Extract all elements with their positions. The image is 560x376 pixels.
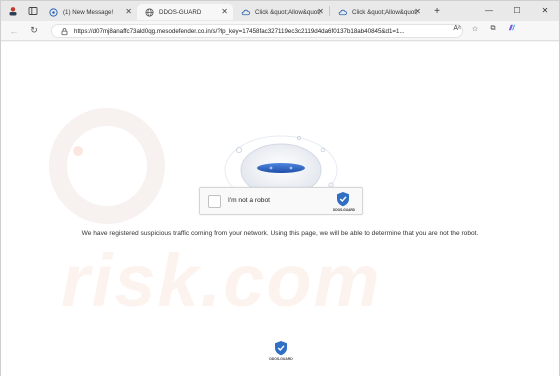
tab-ddos-guard[interactable]: DDOS-GUARD ✕ [137, 4, 233, 20]
window-controls: — ☐ ✕ [475, 1, 559, 21]
tab-strip: (1) New Message! ✕ DDOS-GUARD ✕ Click &q… [1, 1, 559, 21]
back-button[interactable]: ← [5, 22, 23, 40]
close-window-icon[interactable]: ✕ [531, 1, 559, 21]
close-icon[interactable]: ✕ [125, 6, 132, 18]
footer-logo: DDOS-GUARD [268, 340, 294, 361]
captcha-brand: DDOS-GUARD [333, 208, 355, 212]
tab-click-allow-2[interactable]: Click &quot;Allow&quot; ✕ [330, 4, 426, 20]
suspicious-traffic-message: We have registered suspicious traffic co… [81, 230, 479, 237]
close-icon[interactable]: ✕ [317, 6, 324, 18]
maximize-icon[interactable]: ☐ [503, 1, 531, 21]
tab-click-allow-1[interactable]: Click &quot;Allow&quot; ✕ [233, 4, 329, 20]
shield-icon [337, 192, 349, 207]
sidebar-toggle-icon[interactable] [25, 3, 41, 19]
watermark-dot [73, 146, 83, 156]
globe-icon [145, 8, 154, 17]
url-text: https://d07mj8anaffc73ald0qg.mesodefende… [74, 27, 405, 35]
site-info-icon[interactable] [60, 27, 69, 36]
browser-window: (1) New Message! ✕ DDOS-GUARD ✕ Click &q… [0, 0, 560, 376]
reload-button[interactable]: ↻ [25, 22, 43, 40]
read-aloud-icon[interactable]: Aᵃ [451, 25, 463, 32]
tab-label: Click &quot;Allow&quot; [352, 8, 418, 16]
tab-label: DDOS-GUARD [159, 8, 202, 16]
tab-label: Click &quot;Allow&quot; [255, 8, 321, 16]
cloud-icon [338, 9, 347, 16]
profile-avatar[interactable] [5, 3, 21, 19]
captcha-checkbox[interactable] [208, 195, 221, 208]
close-icon[interactable]: ✕ [414, 6, 421, 18]
close-icon[interactable]: ✕ [221, 6, 228, 18]
extensions-icon[interactable]: ⧉ [487, 25, 499, 33]
copilot-icon[interactable] [505, 23, 517, 34]
favorite-star-icon[interactable]: ☆ [469, 25, 481, 33]
cloud-icon [241, 9, 250, 16]
captcha-widget: I'm not a robot DDOS-GUARD [199, 187, 363, 215]
watermark-text: risk.com [61, 239, 382, 322]
tab-label: (1) New Message! [63, 8, 114, 16]
web-page: risk.com I'm not a robot DDOS-GUARD We h… [1, 42, 559, 376]
watermark-magnifier [49, 108, 165, 224]
address-bar[interactable]: https://d07mj8anaffc73ald0qg.mesodefende… [51, 24, 463, 38]
toolbar-actions: Aᵃ ☆ ⧉ [451, 23, 517, 34]
footer-brand: DDOS-GUARD [269, 357, 293, 361]
captcha-label: I'm not a robot [228, 197, 270, 204]
new-tab-button[interactable]: + [428, 6, 446, 17]
shield-icon [275, 341, 287, 356]
minimize-icon[interactable]: — [475, 1, 503, 21]
tab-new-message[interactable]: (1) New Message! ✕ [41, 4, 137, 20]
message-icon [49, 8, 58, 17]
